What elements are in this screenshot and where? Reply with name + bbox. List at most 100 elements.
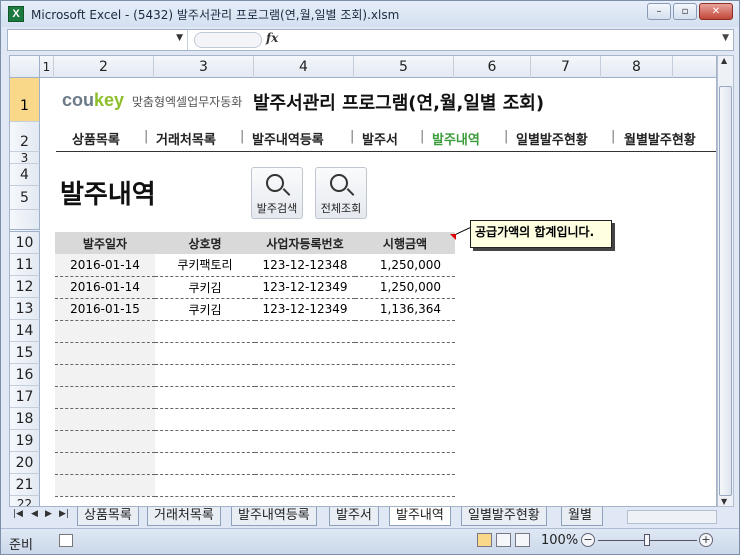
column-header[interactable]: 1: [40, 56, 54, 78]
empty-cell[interactable]: [355, 364, 455, 387]
row-header[interactable]: 10: [10, 232, 40, 254]
sheet-tab-products[interactable]: 상품목록: [77, 507, 139, 526]
page-break-view-icon[interactable]: [515, 533, 530, 547]
minimize-button[interactable]: –: [647, 3, 671, 20]
empty-cell[interactable]: [55, 386, 155, 409]
sheet-tab-monthly[interactable]: 월별: [561, 507, 603, 526]
cell-company[interactable]: 쿠키팩토리: [155, 254, 255, 277]
empty-cell[interactable]: [255, 430, 355, 453]
empty-cell[interactable]: [55, 430, 155, 453]
row-header[interactable]: 2: [10, 122, 40, 152]
column-header[interactable]: 7: [531, 56, 601, 78]
insert-function-icon[interactable]: fx: [266, 31, 278, 45]
cell-amount[interactable]: 1,250,000: [355, 276, 455, 299]
sheet-tab-clients[interactable]: 거래처목록: [147, 507, 221, 526]
empty-cell[interactable]: [155, 474, 255, 497]
empty-cell[interactable]: [355, 386, 455, 409]
row-header[interactable]: 17: [10, 386, 40, 408]
cell-date[interactable]: 2016-01-15: [55, 298, 155, 321]
cell-date[interactable]: 2016-01-14: [55, 276, 155, 299]
empty-cell[interactable]: [155, 320, 255, 343]
row-header[interactable]: 14: [10, 320, 40, 342]
name-box[interactable]: ▼: [8, 30, 188, 50]
menu-item-order-history[interactable]: 발주내역: [432, 129, 480, 148]
macro-record-icon[interactable]: [59, 534, 73, 547]
scroll-down-icon[interactable]: ▼: [721, 497, 727, 506]
row-header[interactable]: 18: [10, 408, 40, 430]
row-header[interactable]: 19: [10, 430, 40, 452]
empty-cell[interactable]: [55, 320, 155, 343]
column-header[interactable]: 5: [354, 56, 454, 78]
row-header[interactable]: 15: [10, 342, 40, 364]
empty-cell[interactable]: [155, 408, 255, 431]
cell-biz-number[interactable]: 123-12-12349: [255, 298, 355, 321]
page-layout-view-icon[interactable]: [496, 533, 511, 547]
order-search-button[interactable]: 발주검색: [251, 167, 303, 219]
row-header[interactable]: 1: [10, 78, 40, 122]
empty-cell[interactable]: [55, 452, 155, 475]
zoom-in-icon[interactable]: +: [699, 533, 713, 547]
row-header[interactable]: 11: [10, 254, 40, 276]
column-header[interactable]: 8: [601, 56, 673, 78]
row-header[interactable]: 13: [10, 298, 40, 320]
empty-cell[interactable]: [355, 430, 455, 453]
sheet-tab-order-register[interactable]: 발주내역등록: [231, 507, 317, 526]
excel-app-icon[interactable]: X: [8, 6, 24, 22]
empty-cell[interactable]: [255, 364, 355, 387]
zoom-out-icon[interactable]: −: [581, 533, 595, 547]
cell-biz-number[interactable]: 123-12-12348: [255, 254, 355, 277]
empty-cell[interactable]: [355, 342, 455, 365]
next-sheet-icon[interactable]: ▶: [45, 509, 52, 519]
row-header[interactable]: 22: [10, 496, 40, 506]
formula-input[interactable]: [288, 32, 708, 48]
name-box-dropdown-icon[interactable]: ▼: [176, 33, 183, 43]
sheet-tab-order-history[interactable]: 발주내역: [389, 507, 451, 526]
comment-indicator[interactable]: [450, 234, 456, 240]
full-search-button[interactable]: 전체조회: [315, 167, 367, 219]
empty-cell[interactable]: [55, 342, 155, 365]
row-header[interactable]: 12: [10, 276, 40, 298]
empty-cell[interactable]: [55, 364, 155, 387]
empty-cell[interactable]: [355, 320, 455, 343]
row-header[interactable]: 5: [10, 186, 40, 210]
maximize-button[interactable]: ▫: [673, 3, 697, 20]
empty-cell[interactable]: [355, 452, 455, 475]
empty-cell[interactable]: [355, 474, 455, 497]
horizontal-scrollbar[interactable]: [627, 510, 717, 524]
zoom-slider-thumb[interactable]: [644, 534, 650, 546]
empty-cell[interactable]: [255, 474, 355, 497]
empty-cell[interactable]: [155, 430, 255, 453]
cell-company[interactable]: 쿠키김: [155, 298, 255, 321]
row-header[interactable]: 20: [10, 452, 40, 474]
menu-item-order-form[interactable]: 발주서: [362, 129, 398, 148]
row-header[interactable]: 16: [10, 364, 40, 386]
row-header[interactable]: 21: [10, 474, 40, 496]
scroll-up-icon[interactable]: ▲: [721, 56, 727, 65]
first-sheet-icon[interactable]: |◀: [13, 509, 23, 519]
menu-item-order-register[interactable]: 발주내역등록: [252, 129, 324, 148]
empty-cell[interactable]: [255, 342, 355, 365]
column-header[interactable]: 3: [154, 56, 254, 78]
empty-cell[interactable]: [155, 364, 255, 387]
cell-company[interactable]: 쿠키김: [155, 276, 255, 299]
cell-amount[interactable]: 1,136,364: [355, 298, 455, 321]
row-header[interactable]: 3: [10, 152, 40, 164]
column-header[interactable]: 4: [254, 56, 354, 78]
menu-item-monthly-status[interactable]: 월별발주현황: [624, 129, 696, 148]
last-sheet-icon[interactable]: ▶|: [59, 509, 69, 519]
empty-cell[interactable]: [255, 408, 355, 431]
normal-view-icon[interactable]: [477, 533, 492, 547]
vertical-scroll-thumb[interactable]: [719, 86, 732, 496]
empty-cell[interactable]: [255, 386, 355, 409]
empty-cell[interactable]: [155, 342, 255, 365]
cell-amount[interactable]: 1,250,000: [355, 254, 455, 277]
empty-cell[interactable]: [55, 474, 155, 497]
menu-item-products[interactable]: 상품목록: [72, 129, 120, 148]
empty-cell[interactable]: [255, 320, 355, 343]
menu-item-daily-status[interactable]: 일별발주현황: [516, 129, 588, 148]
sheet-tab-order-form[interactable]: 발주서: [329, 507, 379, 526]
empty-cell[interactable]: [155, 452, 255, 475]
vertical-scrollbar[interactable]: ▲ ▼: [717, 55, 734, 507]
empty-cell[interactable]: [55, 408, 155, 431]
select-all-corner[interactable]: [10, 56, 40, 78]
